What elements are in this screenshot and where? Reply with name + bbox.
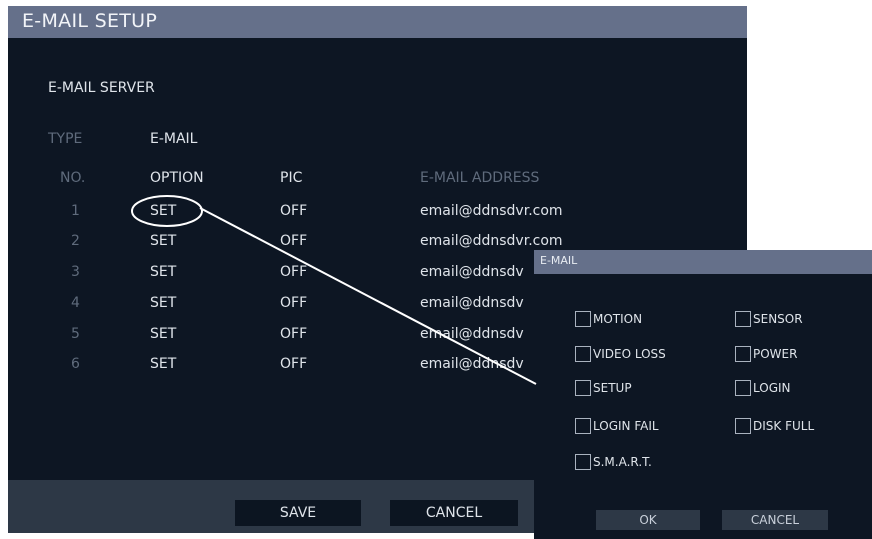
option-set-button[interactable]: SET bbox=[150, 356, 176, 372]
setup-label: SETUP bbox=[593, 381, 632, 395]
smart-label: S.M.A.R.T. bbox=[593, 455, 652, 469]
row-no: 4 bbox=[71, 295, 80, 311]
email-address-field[interactable]: email@ddnsdvr.com bbox=[420, 233, 563, 249]
pic-value[interactable]: OFF bbox=[280, 356, 307, 372]
pic-value[interactable]: OFF bbox=[280, 233, 307, 249]
row-no: 6 bbox=[71, 356, 80, 372]
login-label: LOGIN bbox=[753, 381, 791, 395]
dialog-cancel-button[interactable]: CANCEL bbox=[722, 510, 828, 530]
type-value[interactable]: E-MAIL bbox=[150, 131, 197, 147]
email-address-field[interactable]: email@ddnsdv bbox=[420, 356, 524, 372]
header-no: NO. bbox=[60, 170, 86, 186]
window-title: E-MAIL SETUP bbox=[22, 10, 158, 32]
setup-checkbox[interactable] bbox=[575, 380, 591, 396]
save-button[interactable]: SAVE bbox=[235, 500, 361, 526]
email-address-field[interactable]: email@ddnsdv bbox=[420, 295, 524, 311]
pic-value[interactable]: OFF bbox=[280, 326, 307, 342]
option-set-button[interactable]: SET bbox=[150, 295, 176, 311]
dialog-title: E-MAIL bbox=[540, 254, 578, 267]
motion-checkbox[interactable] bbox=[575, 311, 591, 327]
smart-checkbox[interactable] bbox=[575, 454, 591, 470]
login-fail-label: LOGIN FAIL bbox=[593, 419, 659, 433]
type-label: TYPE bbox=[48, 131, 83, 147]
header-email-address: E-MAIL ADDRESS bbox=[420, 170, 540, 186]
email-options-dialog: E-MAIL MOTION SENSOR VIDEO LOSS POWER SE… bbox=[534, 250, 872, 539]
title-bar: E-MAIL SETUP bbox=[8, 6, 747, 38]
disk-full-label: DISK FULL bbox=[753, 419, 815, 433]
email-server-label: E-MAIL SERVER bbox=[48, 80, 155, 96]
pic-value[interactable]: OFF bbox=[280, 264, 307, 280]
sensor-label: SENSOR bbox=[753, 312, 803, 326]
row-no: 2 bbox=[71, 233, 80, 249]
login-checkbox[interactable] bbox=[735, 380, 751, 396]
disk-full-checkbox[interactable] bbox=[735, 418, 751, 434]
header-pic: PIC bbox=[280, 170, 303, 186]
header-option: OPTION bbox=[150, 170, 204, 186]
power-label: POWER bbox=[753, 347, 798, 361]
ok-button[interactable]: OK bbox=[596, 510, 700, 530]
option-set-button[interactable]: SET bbox=[150, 233, 176, 249]
sensor-checkbox[interactable] bbox=[735, 311, 751, 327]
dialog-title-bar: E-MAIL bbox=[534, 250, 872, 274]
email-address-field[interactable]: email@ddnsdv bbox=[420, 264, 524, 280]
pic-value[interactable]: OFF bbox=[280, 295, 307, 311]
power-checkbox[interactable] bbox=[735, 346, 751, 362]
pic-value[interactable]: OFF bbox=[280, 203, 307, 219]
login-fail-checkbox[interactable] bbox=[575, 418, 591, 434]
cancel-button[interactable]: CANCEL bbox=[390, 500, 518, 526]
motion-label: MOTION bbox=[593, 312, 643, 326]
email-address-field[interactable]: email@ddnsdv bbox=[420, 326, 524, 342]
email-address-field[interactable]: email@ddnsdvr.com bbox=[420, 203, 563, 219]
option-set-button[interactable]: SET bbox=[150, 326, 176, 342]
option-set-button[interactable]: SET bbox=[150, 264, 176, 280]
option-set-button[interactable]: SET bbox=[150, 203, 176, 219]
video-loss-checkbox[interactable] bbox=[575, 346, 591, 362]
video-loss-label: VIDEO LOSS bbox=[593, 347, 666, 361]
row-no: 3 bbox=[71, 264, 80, 280]
row-no: 5 bbox=[71, 326, 80, 342]
row-no: 1 bbox=[71, 203, 80, 219]
